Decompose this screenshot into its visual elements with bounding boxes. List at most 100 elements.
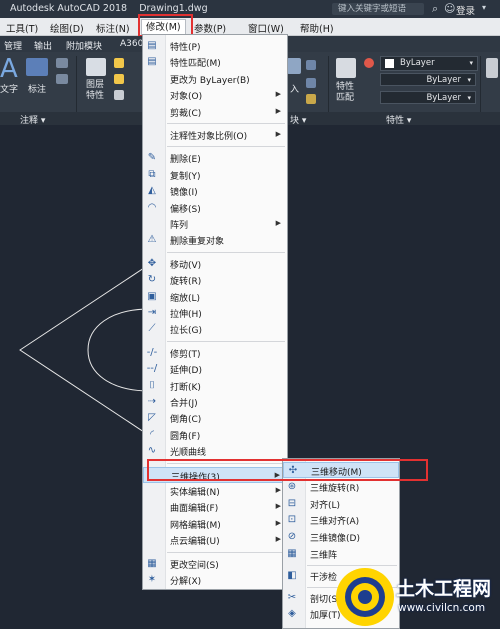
menu-item-erase[interactable]: ✎ 删除(E): [143, 150, 287, 166]
menu-item-chamfer[interactable]: ◸ 倒角(C): [143, 410, 287, 426]
menu-divider: [167, 123, 285, 124]
bulb-icon[interactable]: [114, 58, 124, 68]
join-icon: ⇢: [147, 396, 157, 407]
chevron-down-icon[interactable]: ▾: [482, 3, 486, 12]
table-icon[interactable]: [56, 74, 68, 84]
rotate-icon: ↻: [147, 274, 157, 286]
login-button[interactable]: 登录: [456, 3, 475, 17]
layer-tool-icon[interactable]: [114, 90, 124, 100]
menu-draw[interactable]: 绘图(D): [50, 21, 84, 35]
menu-item-item-31[interactable]: 曲面编辑(F) ▶: [143, 499, 287, 515]
menu-item-rotate[interactable]: ↻ 旋转(R): [143, 272, 287, 288]
create-block-icon[interactable]: [306, 60, 316, 70]
menu-item-3d-array[interactable]: ▦ 三维阵: [283, 546, 399, 562]
menu-item-properties[interactable]: ▤ 特性(P): [143, 38, 287, 54]
thicken-icon: ◈: [288, 608, 296, 620]
menu-item-align[interactable]: ⊟ 对齐(L): [283, 496, 399, 512]
lineweight-dropdown[interactable]: ByLayer ▾: [380, 91, 476, 104]
menu-item-label: 光顺曲线: [170, 448, 207, 459]
menu-item-label: 点云编辑(U): [170, 537, 220, 548]
color-dropdown[interactable]: ByLayer ▾: [380, 56, 478, 71]
menu-item-item-6[interactable]: 注释性对象比例(O) ▶: [143, 127, 287, 143]
tab-addins[interactable]: 附加模块: [66, 39, 102, 52]
menu-item-change-space[interactable]: ▦ 更改空间(S): [143, 556, 287, 572]
menu-item-label: 三维旋转(R): [310, 483, 360, 494]
menu-item-trim[interactable]: -/- 修剪(T): [143, 345, 287, 361]
watermark-url: www.civilcn.com: [398, 602, 486, 614]
menu-dimension[interactable]: 标注(N): [96, 21, 130, 35]
block-attribute-icon[interactable]: [306, 94, 316, 104]
menu-help[interactable]: 帮助(H): [300, 21, 334, 35]
user-icon[interactable]: ☺: [444, 2, 455, 15]
tab-output[interactable]: 输出: [34, 39, 52, 52]
menu-item-offset[interactable]: ◠ 偏移(S): [143, 200, 287, 216]
menu-item-item-2[interactable]: 更改为 ByLayer(B): [143, 71, 287, 87]
menu-item-label: 网格编辑(M): [170, 520, 221, 531]
menu-item-break[interactable]: ⌷ 打断(K): [143, 378, 287, 394]
menu-item-label: 三维阵: [310, 551, 338, 561]
erase-icon: ✎: [147, 152, 157, 164]
group-icon[interactable]: [486, 58, 498, 78]
menu-item-match-properties[interactable]: ▤ 特性匹配(M): [143, 54, 287, 70]
menu-item-item-30[interactable]: 实体编辑(N) ▶: [143, 483, 287, 499]
menu-item-item-12[interactable]: 阵列 ▶: [143, 216, 287, 232]
offset-icon: ◠: [147, 201, 157, 213]
menu-item-scale[interactable]: ▣ 缩放(L): [143, 289, 287, 305]
menu-item-3d-align[interactable]: ⊡ 三维对齐(A): [283, 512, 399, 528]
menu-item-label: 曲面编辑(F): [170, 504, 219, 515]
color-wheel-icon[interactable]: [364, 58, 374, 68]
menu-item-join[interactable]: ⇢ 合并(J): [143, 394, 287, 410]
dimension-icon[interactable]: [26, 58, 48, 76]
menu-item-label: 三维对齐(A): [310, 517, 360, 528]
menu-item-label: 修剪(T): [170, 349, 201, 360]
menu-item-label: 特性(P): [170, 43, 201, 53]
chevron-right-icon: ▶: [275, 518, 281, 527]
3d-array-icon: ▦: [287, 548, 297, 559]
linetype-dropdown[interactable]: ByLayer ▾: [380, 73, 476, 86]
match-properties-icon[interactable]: [336, 58, 356, 78]
menu-item-copy[interactable]: ⧉ 复制(Y): [143, 167, 287, 183]
menu-item-explode[interactable]: ✶ 分解(X): [143, 572, 287, 588]
layer-properties-icon[interactable]: [86, 58, 106, 76]
menu-item-label: 复制(Y): [170, 171, 201, 182]
menu-item-item-4[interactable]: 剪裁(C) ▶: [143, 104, 287, 120]
menu-item-extend[interactable]: --/ 延伸(D): [143, 361, 287, 377]
menu-parametric[interactable]: 参数(P): [194, 21, 226, 35]
mirror-icon: ◭: [148, 185, 156, 197]
menu-item-label: 更改为 ByLayer(B): [170, 75, 250, 86]
menu-item-blend-curves[interactable]: ∿ 光顺曲线: [143, 443, 287, 459]
dimension-label: 标注: [28, 85, 47, 95]
menu-item-label: 移动(V): [170, 260, 202, 271]
multileader-icon[interactable]: [56, 58, 68, 68]
layer-state-icon[interactable]: [114, 74, 124, 84]
menu-item-item-3[interactable]: 对象(O) ▶: [143, 87, 287, 103]
menu-item-label: 合并(J): [170, 399, 198, 409]
menu-item-item-33[interactable]: 点云编辑(U) ▶: [143, 532, 287, 548]
menu-item-label: 删除(E): [170, 155, 201, 166]
tab-a360[interactable]: A360: [120, 39, 143, 49]
menu-item-fillet[interactable]: ◜ 圆角(F): [143, 427, 287, 443]
menu-item-3d-mirror[interactable]: ⊘ 三维镜像(D): [283, 529, 399, 545]
menu-item-move[interactable]: ✥ 移动(V): [143, 256, 287, 272]
search-input[interactable]: 键入关键字或短语: [332, 3, 424, 15]
fillet-icon: ◜: [150, 428, 154, 440]
menu-item-3d-rotate[interactable]: ⊛ 三维旋转(R): [283, 479, 399, 495]
menu-item-lengthen[interactable]: ⟋ 拉长(G): [143, 321, 287, 337]
binoculars-icon[interactable]: ⌕: [432, 2, 438, 16]
menu-window[interactable]: 窗口(W): [248, 21, 284, 35]
blend-curves-icon: ∿: [147, 445, 157, 457]
menu-item-label: 倒角(C): [170, 415, 202, 426]
watermark-title: 土木工程网: [396, 578, 492, 600]
text-tool-icon[interactable]: A: [0, 54, 18, 84]
3d-align-icon: ⊡: [287, 514, 297, 526]
insert-block-icon[interactable]: [287, 58, 301, 74]
menu-item-stretch[interactable]: ⇥ 拉伸(H): [143, 305, 287, 321]
chevron-down-icon: ▾: [467, 94, 471, 102]
divider: [76, 56, 77, 116]
menu-tools[interactable]: 工具(T): [6, 21, 38, 35]
tab-manage[interactable]: 管理: [4, 39, 22, 52]
menu-item-delete-duplicates[interactable]: ⚠ 删除重复对象: [143, 232, 287, 248]
menu-item-mirror[interactable]: ◭ 镜像(I): [143, 183, 287, 199]
edit-block-icon[interactable]: [306, 78, 316, 88]
menu-item-item-32[interactable]: 网格编辑(M) ▶: [143, 516, 287, 532]
